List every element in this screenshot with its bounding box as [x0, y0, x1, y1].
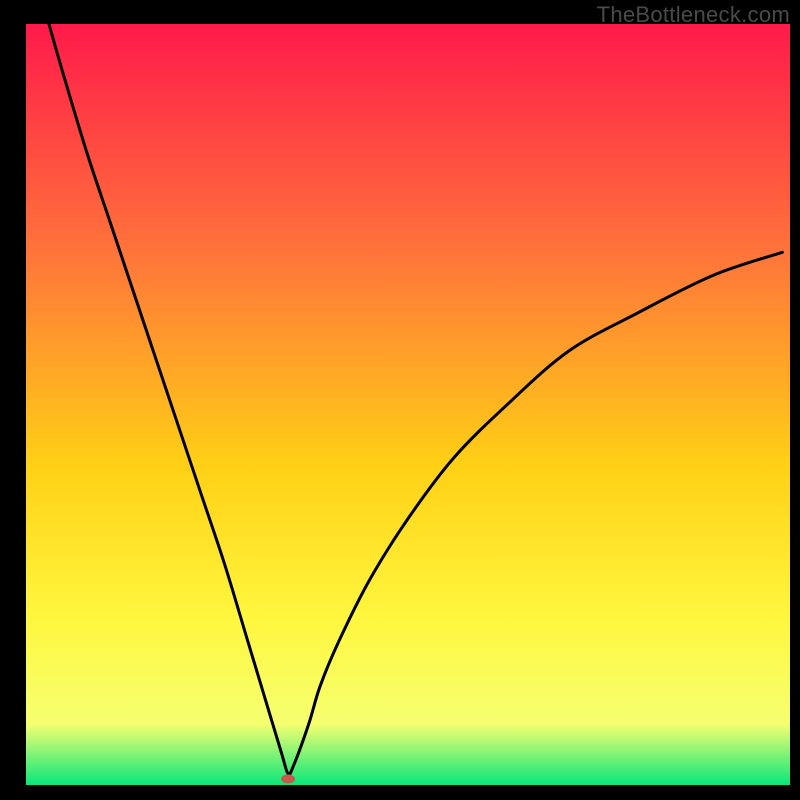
- optimal-point-marker: [281, 774, 295, 783]
- plot-background: [26, 24, 790, 785]
- watermark-text: TheBottleneck.com: [597, 2, 790, 28]
- chart-container: TheBottleneck.com: [0, 0, 800, 800]
- bottleneck-chart: [0, 0, 800, 800]
